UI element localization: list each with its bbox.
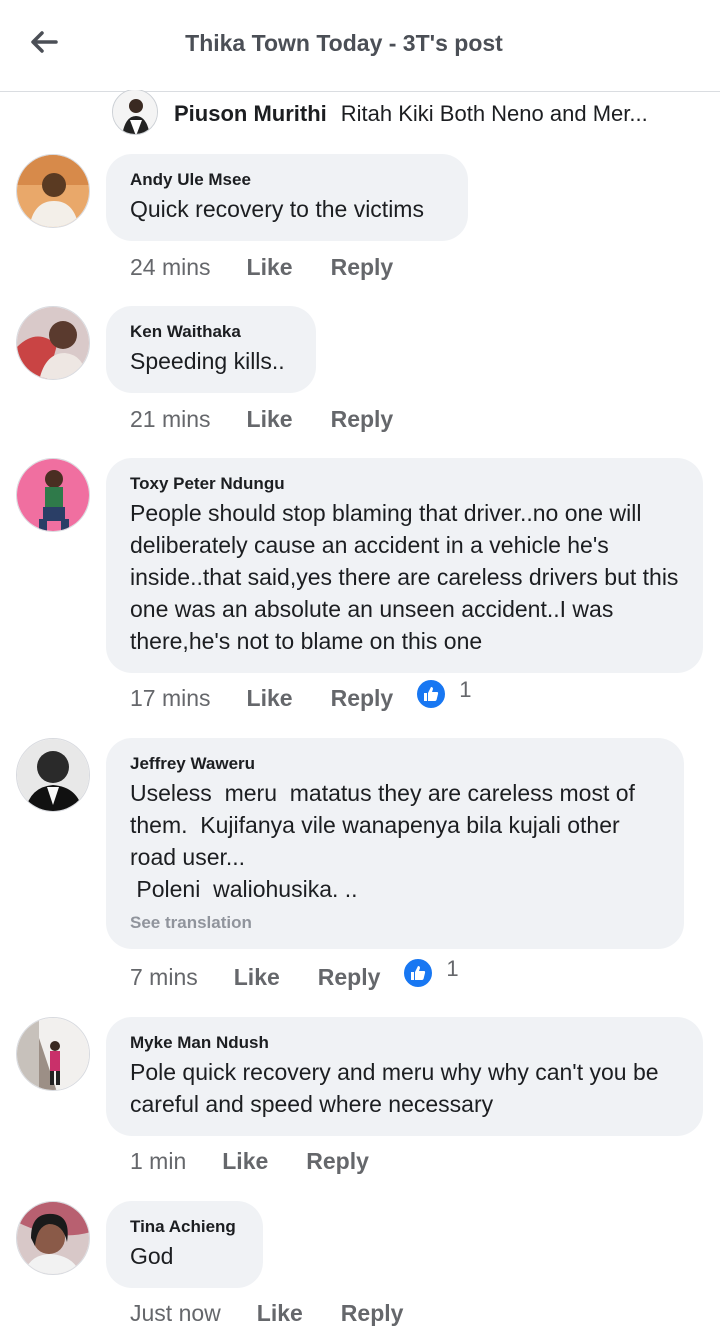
avatar[interactable]	[16, 154, 90, 228]
reaction-count: 1	[446, 956, 459, 981]
like-button[interactable]: Like	[257, 1300, 303, 1327]
reply-button[interactable]: Reply	[331, 685, 394, 712]
page-title: Thika Town Today - 3T's post	[185, 30, 503, 56]
comment-bubble: Andy Ule Msee Quick recovery to the vict…	[106, 154, 468, 241]
thumbs-up-icon	[402, 957, 435, 989]
thumbs-up-icon	[415, 678, 448, 710]
comment-author[interactable]: Jeffrey Waweru	[130, 754, 660, 774]
avatar[interactable]	[16, 458, 90, 532]
comment-author[interactable]: Andy Ule Msee	[130, 170, 444, 190]
comment-time[interactable]: 1 min	[130, 1148, 186, 1175]
comment-actions: 21 mins Like Reply	[130, 399, 393, 439]
reply-button[interactable]: Reply	[331, 406, 394, 433]
reaction-summary[interactable]: 1	[402, 956, 459, 989]
comment-actions: 24 mins Like Reply	[130, 247, 393, 287]
comment-bubble: Toxy Peter Ndungu People should stop bla…	[106, 458, 703, 673]
like-button[interactable]: Like	[247, 685, 293, 712]
reaction-count: 1	[459, 677, 472, 702]
comment-text: People should stop blaming that driver..…	[130, 500, 685, 654]
like-button[interactable]: Like	[222, 1148, 268, 1175]
comment-author[interactable]: Ken Waithaka	[130, 322, 292, 342]
reply-text: Ritah Kiki Both Neno and Mer...	[340, 101, 648, 126]
reply-button[interactable]: Reply	[318, 964, 381, 991]
reply-button[interactable]: Reply	[341, 1300, 404, 1327]
comment-author[interactable]: Toxy Peter Ndungu	[130, 474, 679, 494]
comment-bubble: Tina Achieng God	[106, 1201, 263, 1288]
comment-bubble: Ken Waithaka Speeding kills..	[106, 306, 316, 393]
reply-button[interactable]: Reply	[331, 254, 394, 281]
comment-text: Pole quick recovery and meru why why can…	[130, 1059, 665, 1117]
comment-time[interactable]: 17 mins	[130, 685, 211, 712]
reaction-summary[interactable]: 1	[415, 677, 472, 710]
comment-time[interactable]: 7 mins	[130, 964, 198, 991]
comment-time[interactable]: 21 mins	[130, 406, 211, 433]
comment-actions: Just now Like Reply	[130, 1293, 403, 1333]
reply-preview[interactable]: Piuson Murithi Ritah Kiki Both Neno and …	[112, 90, 712, 138]
reply-author[interactable]: Piuson Murithi	[174, 101, 327, 127]
top-bar: Thika Town Today - 3T's post	[0, 0, 720, 92]
comment-author[interactable]: Tina Achieng	[130, 1217, 239, 1237]
comment-bubble: Myke Man Ndush Pole quick recovery and m…	[106, 1017, 703, 1136]
comment-text: Useless meru matatus they are careless m…	[130, 780, 635, 902]
comment-time[interactable]: Just now	[130, 1300, 221, 1327]
avatar[interactable]	[16, 1201, 90, 1275]
avatar	[112, 90, 158, 135]
avatar[interactable]	[16, 738, 90, 812]
like-button[interactable]: Like	[247, 406, 293, 433]
like-button[interactable]: Like	[234, 964, 280, 991]
comment-text: God	[130, 1243, 174, 1269]
comment-actions: 17 mins Like Reply 1	[130, 677, 472, 718]
comment-actions: 7 mins Like Reply 1	[130, 956, 459, 997]
like-button[interactable]: Like	[247, 254, 293, 281]
reply-button[interactable]: Reply	[306, 1148, 369, 1175]
comment-actions: 1 min Like Reply	[130, 1141, 369, 1181]
comment-bubble: Jeffrey Waweru Useless meru matatus they…	[106, 738, 684, 949]
avatar[interactable]	[16, 1017, 90, 1091]
comment-text: Quick recovery to the victims	[130, 196, 424, 222]
avatar[interactable]	[16, 306, 90, 380]
comment-time[interactable]: 24 mins	[130, 254, 211, 281]
comment-author[interactable]: Myke Man Ndush	[130, 1033, 679, 1053]
see-translation-link[interactable]: See translation	[130, 913, 660, 933]
comment-text: Speeding kills..	[130, 348, 285, 374]
